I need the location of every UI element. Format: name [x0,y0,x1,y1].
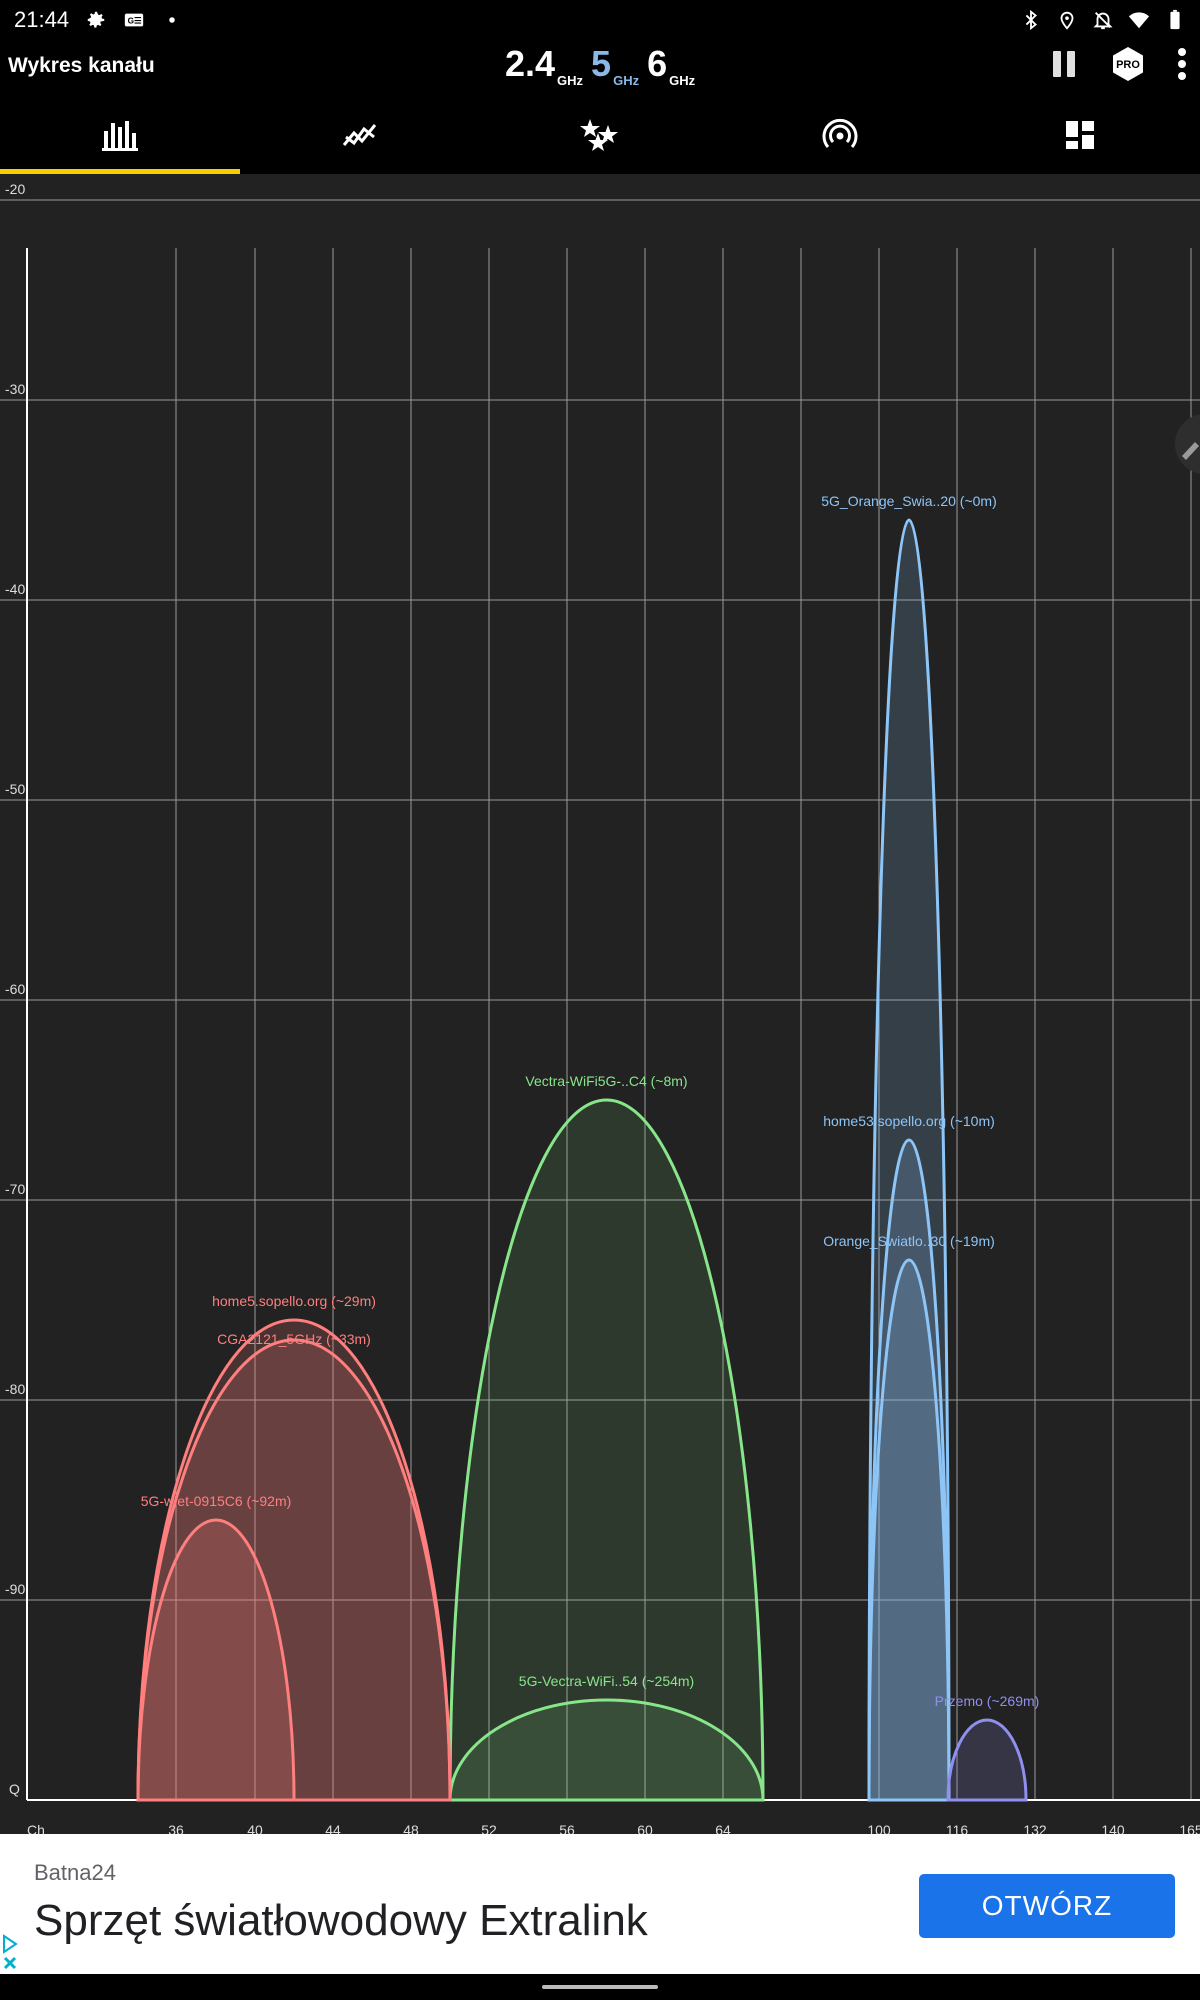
pro-badge-icon[interactable]: PRO [1110,46,1146,87]
toolbar-actions: PRO [1048,46,1200,87]
y-tick-label: -90 [5,1581,25,1597]
svg-text:G☰: G☰ [128,17,142,26]
x-tick-label: 44 [325,1822,341,1834]
tab-time-graph[interactable] [240,100,480,174]
system-nav-bar [0,1974,1200,2000]
status-bar-left: 21:44 G☰ [14,7,183,33]
x-tick-label: 60 [637,1822,653,1834]
network-label: 5G-wlet-0915C6 (~92m) [141,1493,292,1509]
network-curve[interactable] [946,1718,1028,1802]
network-label: Przemo (~269m) [935,1693,1040,1709]
x-tick-label: 40 [247,1822,263,1834]
notifications-off-icon [1092,9,1114,31]
network-label: Orange_Swiatlo..30 (~19m) [823,1233,995,1249]
wifi-tethering-icon [820,117,860,158]
network-label: CGA2121_5GHz (~33m) [217,1331,371,1347]
pro-badge-label: PRO [1116,59,1140,71]
x-tick-label: 165 [1179,1822,1200,1834]
x-tick-label: 52 [481,1822,497,1834]
ad-open-button[interactable]: OTWÓRZ [919,1874,1175,1938]
y-tick-label: -70 [5,1181,25,1197]
network-label: 5G-Vectra-WiFi..54 (~254m) [519,1673,694,1689]
band-unit: GHz [613,73,640,88]
bluetooth-icon [1020,9,1042,31]
tab-bar [0,100,1200,174]
status-bar: 21:44 G☰ [0,0,1200,40]
band-6ghz-button[interactable]: 6 GHz [647,43,695,89]
y-tick-label: -50 [5,781,25,797]
band-label: 2.4 [505,43,556,84]
tab-dashboard[interactable] [960,100,1200,174]
x-tick-label: Ch [27,1822,45,1834]
network-curve[interactable] [448,1098,765,1802]
gear-icon [85,9,107,31]
x-tick-label: 48 [403,1822,419,1834]
status-bar-right [1020,9,1186,31]
band-5ghz-button[interactable]: 5 GHz [591,43,639,89]
y-tick-label: -30 [5,381,25,397]
ad-banner[interactable]: Batna24 Sprzęt światłowodowy Extralink O… [0,1834,1200,1974]
dashboard-icon [1064,119,1096,156]
channel-graph-svg: -20 -30 -40 -50 -60 -70 -80 -90 Q Ch 36 40 44 48 52 56 6… [0,181,1200,1838]
battery-icon [1164,9,1186,31]
x-tick-label: 64 [715,1822,731,1834]
tab-channel-graph[interactable] [0,100,240,174]
location-icon [1056,9,1078,31]
page-title: Wykres kanału [8,54,155,77]
y-tick-label: -80 [5,1381,25,1397]
y-tick-label: Q [9,1781,20,1797]
x-tick-label: 116 [946,1822,969,1834]
stars-icon [580,117,620,158]
x-tick-label: 56 [559,1822,575,1834]
x-tick-label: 132 [1023,1822,1047,1834]
ad-headline[interactable]: Sprzęt światłowodowy Extralink [34,1896,648,1946]
x-tick-label: 140 [1101,1822,1125,1834]
home-handle[interactable] [542,1985,658,1989]
band-label: 6 [647,43,668,84]
tab-access-points[interactable] [720,100,960,174]
tab-channel-rating[interactable] [480,100,720,174]
status-time: 21:44 [14,7,70,32]
network-label: Vectra-WiFi5G-..C4 (~8m) [525,1073,687,1089]
data-saver-icon: G☰ [123,9,145,31]
band-2-4ghz-button[interactable]: 2.4 GHz [505,43,583,89]
y-tick-label: -20 [5,181,25,197]
dot-icon [161,9,183,31]
network-label: home53.sopello.org (~10m) [823,1113,995,1129]
trending-icon [342,119,378,156]
band-unit: GHz [557,73,584,88]
ad-brand: Batna24 [34,1860,116,1885]
y-tick-label: -40 [5,581,25,597]
network-label: home5.sopello.org (~29m) [212,1293,376,1309]
band-unit: GHz [669,73,696,88]
y-tick-label: -60 [5,981,25,997]
bar-chart-icon [100,119,140,156]
band-selector: 2.4 GHz 5 GHz 6 GHz [505,43,695,89]
pause-icon[interactable] [1048,48,1080,85]
x-tick-label: 36 [168,1822,184,1834]
adchoices-icon[interactable] [0,1930,24,1974]
band-label: 5 [591,43,612,84]
channel-graph[interactable]: -20 -30 -40 -50 -60 -70 -80 -90 Q Ch 36 40 44 48 52 56 6… [0,174,1200,1838]
wifi-icon [1128,9,1150,31]
more-vert-icon[interactable] [1176,46,1188,87]
network-label: 5G_Orange_Swia..20 (~0m) [821,493,996,509]
x-tick-label: 100 [867,1822,891,1834]
